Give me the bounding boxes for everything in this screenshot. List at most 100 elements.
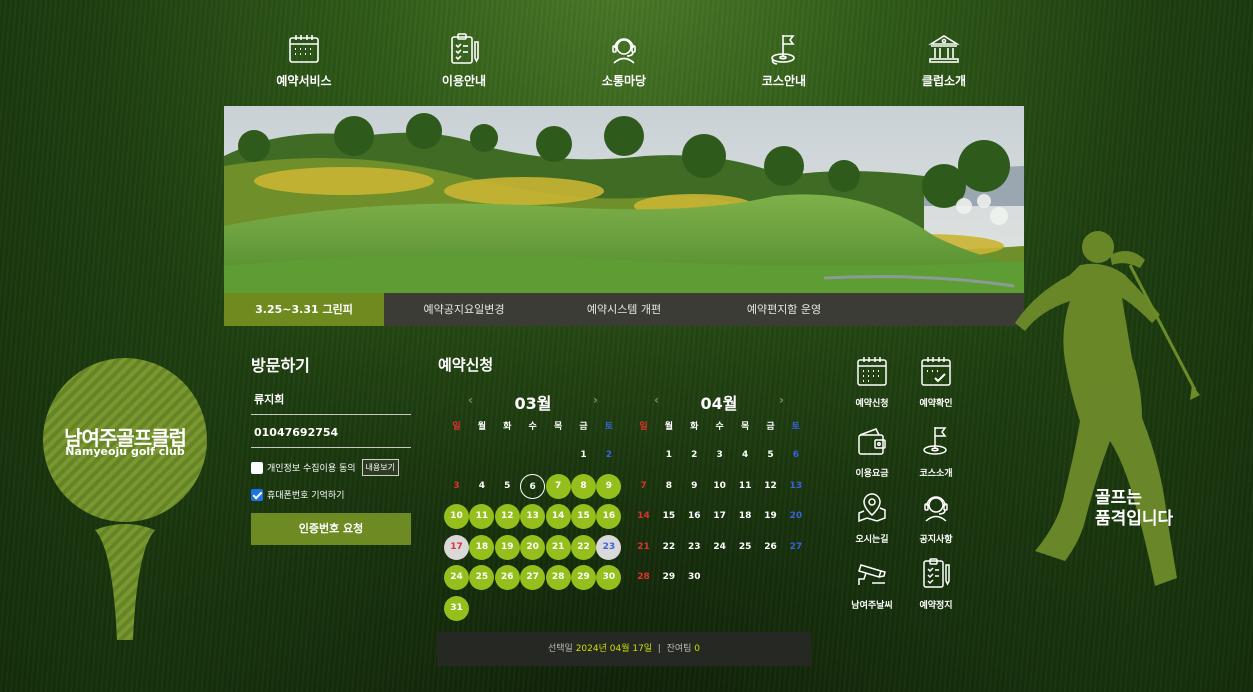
- calendar-day[interactable]: 27: [520, 565, 546, 590]
- calendar-day[interactable]: 26: [494, 565, 520, 590]
- calendar-day: 14: [637, 511, 650, 521]
- name-field[interactable]: 류지희: [251, 390, 411, 415]
- calendar-day: 24: [713, 541, 726, 552]
- calendar-day[interactable]: 7: [545, 473, 571, 499]
- weekday-header: 목: [740, 422, 750, 432]
- nav-label: 클럽소개: [921, 74, 967, 88]
- calendar-day[interactable]: 20: [520, 534, 546, 560]
- nav-label: 예약서비스: [276, 74, 332, 88]
- nav-reservation-service[interactable]: 예약서비스: [224, 30, 384, 89]
- weekday-header: 수: [715, 422, 724, 432]
- calendar-day: 1: [665, 450, 673, 460]
- notice-tab[interactable]: 3.25~3.31 그린피: [224, 293, 384, 326]
- notice-tab[interactable]: 예약공지요일변경: [384, 293, 544, 326]
- visit-panel: 방문하기 류지희 01047692754 개인정보 수집이용 동의 내용보기 휴…: [251, 352, 411, 545]
- nav-usage-guide[interactable]: 이용안내: [384, 30, 544, 89]
- quick-reservation-request[interactable]: 예약신청: [840, 355, 904, 410]
- quick-reservation-check[interactable]: 예약확인: [904, 355, 968, 410]
- nav-community[interactable]: 소통마당: [544, 30, 704, 89]
- next-month-arrow-icon[interactable]: ›: [593, 393, 598, 407]
- calendar-day: 5: [504, 480, 511, 491]
- calendar-day: 9: [691, 480, 698, 491]
- calendar-day[interactable]: 22: [571, 534, 596, 560]
- quick-notices[interactable]: 공지사항: [904, 491, 968, 546]
- calendar-day: 6: [792, 450, 800, 460]
- calendar-day: 4: [741, 450, 749, 460]
- club-logo[interactable]: 남여주골프클럽 Namyeoju golf club: [40, 350, 210, 645]
- calendar-day[interactable]: 31: [444, 595, 469, 621]
- calendar-day[interactable]: 8: [571, 473, 596, 499]
- calendar-day: 17: [713, 511, 726, 521]
- calendar-day[interactable]: 15: [571, 504, 596, 529]
- phone-field[interactable]: 01047692754: [251, 423, 411, 448]
- headset-icon: [612, 38, 636, 64]
- weekday-header: 일: [452, 422, 461, 432]
- quick-reservation-suspension[interactable]: 예약정지: [904, 557, 968, 612]
- calendar-day: 13: [789, 480, 803, 491]
- quick-course-intro[interactable]: 코스소개: [904, 425, 968, 480]
- selected-date-label: 선택일: [547, 644, 573, 654]
- calendar-day[interactable]: 12: [494, 504, 520, 529]
- quick-fees[interactable]: 이용요금: [840, 425, 904, 480]
- weekday-header: 금: [579, 422, 588, 432]
- weekday-header: 토: [791, 422, 801, 432]
- remember-checkbox[interactable]: [251, 488, 263, 501]
- course-banner-image: [224, 106, 1024, 293]
- calendar-day[interactable]: 11: [469, 504, 495, 529]
- privacy-checkbox[interactable]: [251, 461, 263, 474]
- quick-label: 오시는길: [855, 535, 889, 545]
- calendar-day: 23: [688, 541, 701, 552]
- quick-weather[interactable]: 남여주날씨: [840, 557, 904, 612]
- nav-course-guide[interactable]: 코스안내: [704, 30, 864, 89]
- request-code-button[interactable]: 인증번호 요청: [251, 513, 411, 545]
- calendar-day[interactable]: 30: [596, 565, 622, 590]
- calendar-day: 6: [520, 473, 546, 499]
- calendar-day[interactable]: 19: [494, 534, 520, 560]
- quick-label: 코스소개: [919, 469, 953, 479]
- calendar-day: 26: [764, 541, 777, 552]
- calendar-day[interactable]: 16: [596, 504, 622, 529]
- calendar-day[interactable]: 14: [545, 504, 571, 529]
- prev-month-arrow-icon[interactable]: ‹: [468, 393, 473, 407]
- terms-view-button[interactable]: 내용보기: [361, 459, 399, 476]
- calendar-day[interactable]: 13: [520, 504, 546, 529]
- nav-club-intro[interactable]: 클럽소개: [864, 30, 1024, 89]
- calendar-day[interactable]: 9: [596, 473, 622, 499]
- privacy-label: 개인정보 수집이용 동의: [267, 464, 356, 474]
- golf-ball-tee-logo: [43, 358, 207, 640]
- clipboard-pen-icon: [923, 558, 950, 588]
- calendar-day: 8: [665, 480, 673, 491]
- headset-icon: [924, 496, 948, 522]
- golfer-silhouette: [1015, 231, 1200, 586]
- main-nav: 예약서비스 이용안내 소통마당 코스안내 클럽소개: [224, 30, 1024, 94]
- weekday-header: 목: [553, 422, 563, 432]
- calendar-day: 4: [478, 480, 486, 491]
- quick-label: 이용요금: [855, 469, 889, 479]
- calendar-day: 18: [738, 511, 752, 521]
- calendar-day: 12: [764, 480, 777, 491]
- calendar-day: 23: [596, 534, 622, 560]
- calendar-day: 3: [716, 450, 723, 460]
- calendar-day: 7: [640, 480, 647, 491]
- next-month-arrow-icon[interactable]: ›: [779, 393, 784, 407]
- month-label: 04월: [700, 394, 738, 413]
- calendar-day[interactable]: 10: [444, 504, 469, 529]
- slogan-line: 품격입니다: [1095, 509, 1174, 529]
- quick-label: 남여주날씨: [851, 601, 893, 611]
- notice-tabs: 3.25~3.31 그린피 예약공지요일변경 예약시스템 개편 예약편지함 운영: [224, 293, 1024, 326]
- clipboard-pen-icon: [451, 33, 479, 64]
- quick-directions[interactable]: 오시는길: [840, 491, 904, 546]
- calendar-day[interactable]: 25: [469, 565, 495, 590]
- quick-label: 공지사항: [919, 535, 953, 545]
- notice-tab[interactable]: 예약편지함 운영: [704, 293, 864, 326]
- remember-label: 휴대폰번호 기억하기: [267, 491, 345, 501]
- calendar-day[interactable]: 21: [545, 534, 571, 560]
- calendar-day[interactable]: 24: [444, 565, 469, 590]
- calendar-day[interactable]: 18: [469, 534, 495, 560]
- calendar-day[interactable]: 29: [571, 565, 596, 590]
- notice-tab[interactable]: 예약시스템 개편: [544, 293, 704, 326]
- selection-status-bar: 선택일 2024년 04월 17일 | 잔여팀 0: [437, 632, 811, 666]
- calendar-day[interactable]: 28: [545, 565, 571, 590]
- calendar-day: 17: [444, 534, 469, 560]
- prev-month-arrow-icon[interactable]: ‹: [654, 393, 659, 407]
